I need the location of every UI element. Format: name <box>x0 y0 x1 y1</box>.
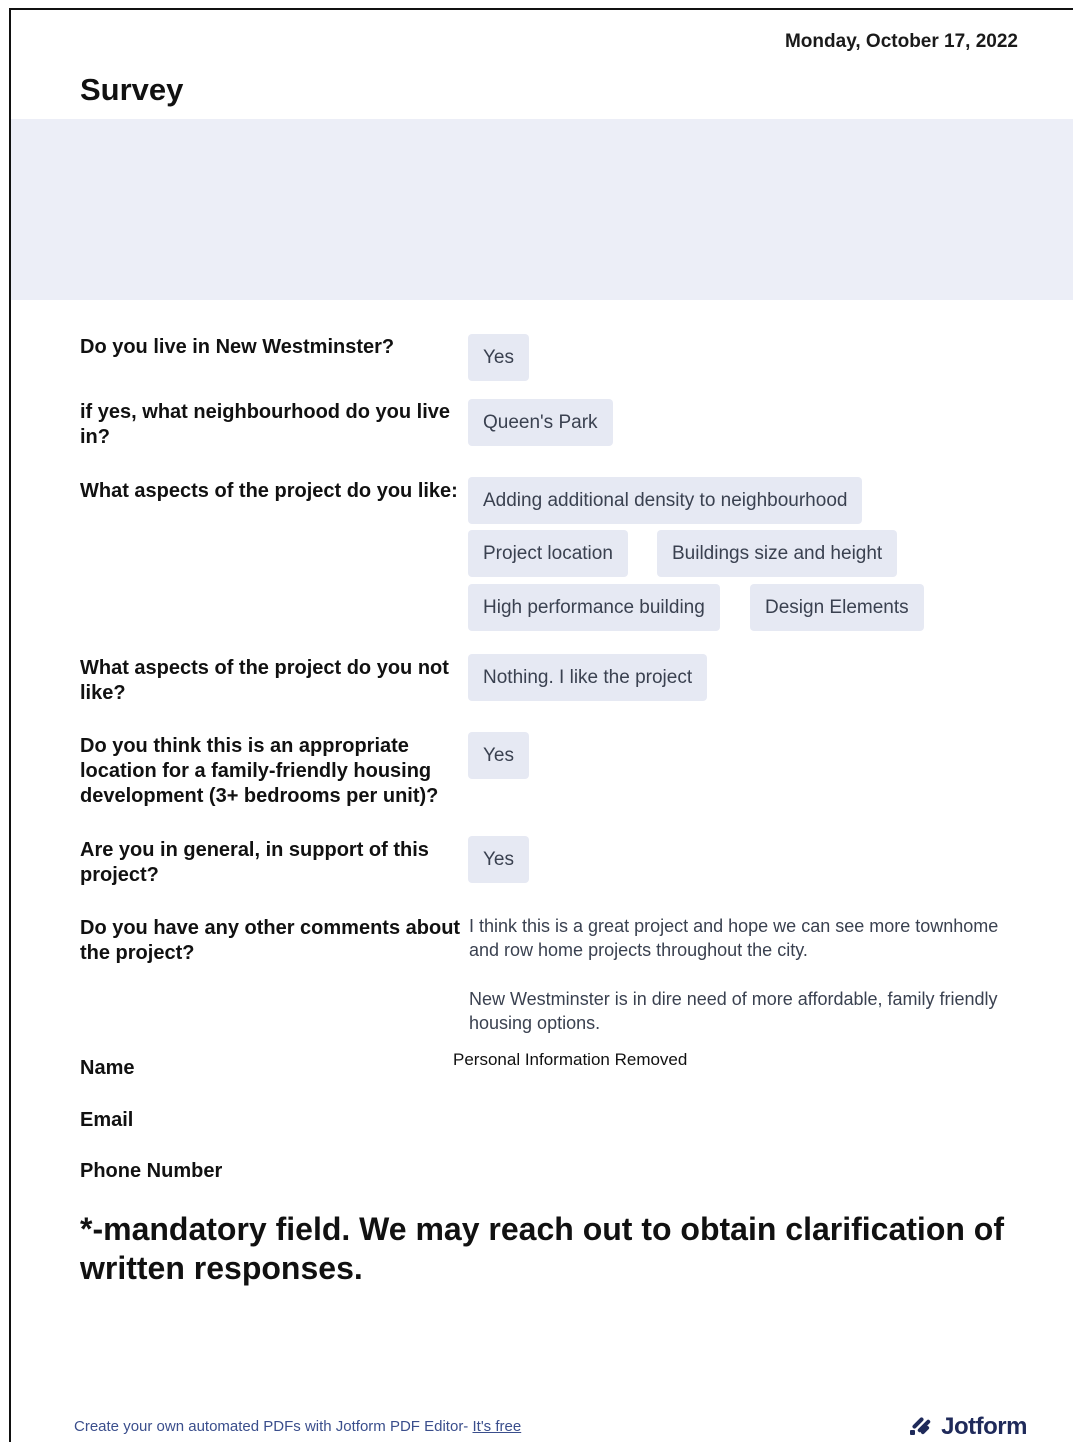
question-label: Do you have any other comments about the… <box>80 917 461 964</box>
page-title: Survey <box>80 72 184 107</box>
answer-chip: Nothing. I like the project <box>468 654 708 701</box>
answer-chip: Yes <box>468 836 529 883</box>
answer-chip: Adding additional density to neighbourho… <box>468 477 863 524</box>
answer-chip: Project location <box>468 530 628 577</box>
footer-text: Create your own automated PDFs with Jotf… <box>74 1418 469 1435</box>
removed-notice: Personal Information Removed <box>453 1050 688 1069</box>
question-label: What aspects of the project do you not l… <box>80 657 449 704</box>
question-label: Are you in general, in support of this p… <box>80 839 429 886</box>
jotform-brand[interactable]: Jotform <box>909 1412 1027 1441</box>
footer-promo: Create your own automated PDFs with Jotf… <box>74 1418 521 1435</box>
answer-chip: Yes <box>468 732 529 779</box>
header-banner <box>11 119 1073 300</box>
phone-label: Phone Number <box>80 1160 223 1182</box>
email-label: Email <box>80 1109 134 1131</box>
jotform-logo-icon <box>909 1412 935 1441</box>
question-label: What aspects of the project do you like: <box>80 480 458 502</box>
answer-chip: Queen's Park <box>468 399 613 446</box>
question-label: Do you live in New Westminster? <box>80 336 395 358</box>
name-label: Name <box>80 1057 135 1079</box>
answer-chip: Buildings size and height <box>657 530 898 577</box>
comment-paragraph: I think this is a great project and hope… <box>469 916 999 960</box>
question-label: if yes, what neighbourhood do you live i… <box>80 401 451 448</box>
document-date: Monday, October 17, 2022 <box>784 31 1018 52</box>
brand-name: Jotform <box>941 1412 1027 1440</box>
answer-chip: Design Elements <box>750 584 924 631</box>
comment-paragraph: New Westminster is in dire need of more … <box>469 989 998 1033</box>
mandatory-note: *-mandatory field. We may reach out to o… <box>80 1211 1004 1286</box>
answer-chip: High performance building <box>468 584 720 631</box>
question-label: Do you think this is an appropriate loca… <box>80 735 439 807</box>
footer-link[interactable]: It's free <box>472 1418 521 1435</box>
answer-chip: Yes <box>468 334 529 381</box>
